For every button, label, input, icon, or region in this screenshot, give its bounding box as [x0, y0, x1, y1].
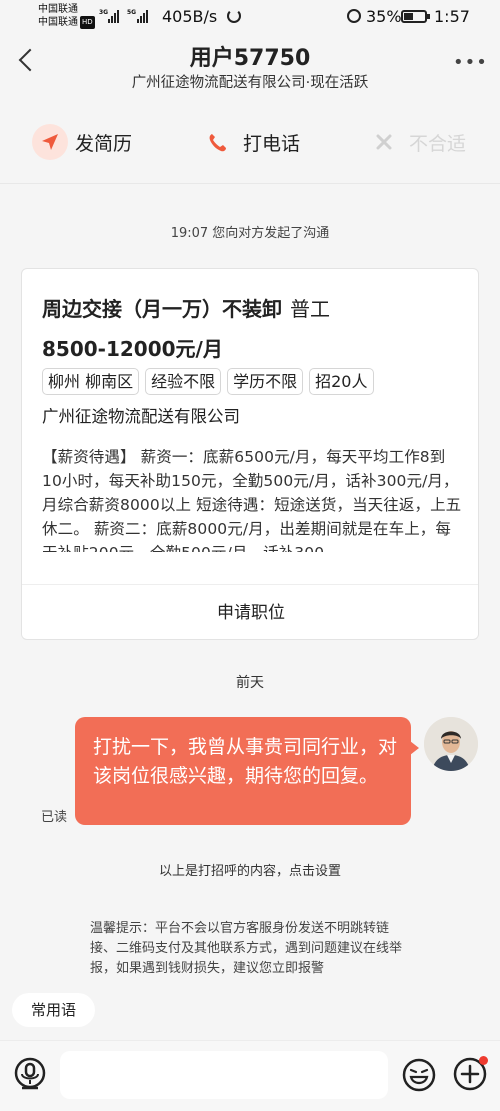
job-title-row: 周边交接（月一万）不装卸 普工 — [42, 293, 330, 322]
battery-percent: 35% — [366, 7, 402, 26]
job-type: 普工 — [290, 297, 330, 321]
network-type-1: 3G — [99, 9, 109, 16]
common-phrases-button[interactable]: 常用语 — [12, 993, 95, 1027]
safety-tip: 温馨提示：平台不会以官方客服身份发送不明跳转链接、二维码支付及其他联系方式，遇到… — [90, 921, 403, 976]
battery-icon — [401, 10, 430, 23]
more-icon[interactable]: ••• — [453, 52, 488, 73]
greeting-setting-link[interactable]: 以上是打招呼的内容，点击设置 — [0, 860, 500, 879]
job-tag: 柳州 柳南区 — [42, 368, 140, 395]
carrier-info: 中国联通 中国联通 HD — [38, 3, 95, 29]
signal-icon — [108, 9, 119, 23]
carrier-2: 中国联通 — [38, 17, 78, 28]
job-card[interactable]: 周边交接（月一万）不装卸 普工 8500-12000元/月 柳州 柳南区 经验不限… — [21, 268, 479, 640]
input-bar — [0, 1040, 500, 1111]
job-tags: 柳州 柳南区 经验不限 学历不限 招20人 — [42, 368, 374, 395]
read-status: 已读 — [41, 810, 68, 825]
day-divider: 前天 — [236, 675, 264, 691]
apply-job-button[interactable]: 申请职位 — [22, 584, 478, 639]
action-bar: 发简历 打电话 不合适 — [0, 108, 500, 184]
job-description-container: 【薪资待遇】 薪资一：底薪6500元/月，每天平均工作8到10小时，每天补助15… — [42, 445, 464, 552]
job-salary: 8500-12000元/月 — [42, 337, 223, 361]
network-speed: 405B/s — [162, 7, 218, 26]
not-suitable-label: 不合适 — [409, 132, 467, 155]
chat-header: 用户57750 广州征途物流配送有限公司·现在活跃 ••• — [0, 34, 500, 96]
send-resume-icon — [32, 124, 68, 160]
job-tag: 经验不限 — [145, 368, 222, 395]
call-button[interactable]: 打电话 — [200, 122, 300, 162]
network-type-2: 5G — [127, 9, 137, 16]
call-label: 打电话 — [243, 132, 301, 155]
not-suitable-button[interactable]: 不合适 — [366, 122, 466, 162]
carrier-1: 中国联通 — [38, 4, 78, 15]
page-title: 用户57750 — [189, 46, 311, 71]
voice-icon[interactable] — [12, 1056, 48, 1098]
send-resume-label: 发简历 — [75, 132, 133, 155]
status-bar: 中国联通 中国联通 HD 3G 5G 405B/s 35% 1:57 — [0, 0, 500, 34]
job-title: 周边交接（月一万）不装卸 — [42, 297, 282, 321]
job-tag: 招20人 — [309, 368, 374, 395]
company-name: 广州征途物流配送有限公司 — [42, 407, 240, 426]
send-resume-button[interactable]: 发简历 — [32, 122, 132, 162]
system-message: 19:07 您向对方发起了沟通 — [170, 226, 330, 241]
emoji-icon[interactable] — [401, 1057, 437, 1097]
sync-icon — [227, 9, 241, 23]
clock: 1:57 — [434, 7, 470, 26]
close-icon — [366, 124, 402, 160]
message-input[interactable] — [60, 1051, 388, 1099]
job-description: 【薪资待遇】 薪资一：底薪6500元/月，每天平均工作8到10小时，每天补助15… — [42, 448, 462, 552]
hd-badge: HD — [80, 16, 95, 29]
page-subtitle: 广州征途物流配送有限公司·现在活跃 — [131, 75, 369, 91]
signal-icon — [137, 9, 148, 23]
avatar[interactable] — [424, 717, 478, 771]
phone-icon — [200, 124, 236, 160]
alarm-icon — [347, 9, 361, 23]
message-bubble[interactable]: 打扰一下，我曾从事贵司同行业，对该岗位很感兴趣，期待您的回复。 — [75, 717, 419, 825]
job-tag: 学历不限 — [227, 368, 304, 395]
notification-dot — [479, 1056, 488, 1065]
